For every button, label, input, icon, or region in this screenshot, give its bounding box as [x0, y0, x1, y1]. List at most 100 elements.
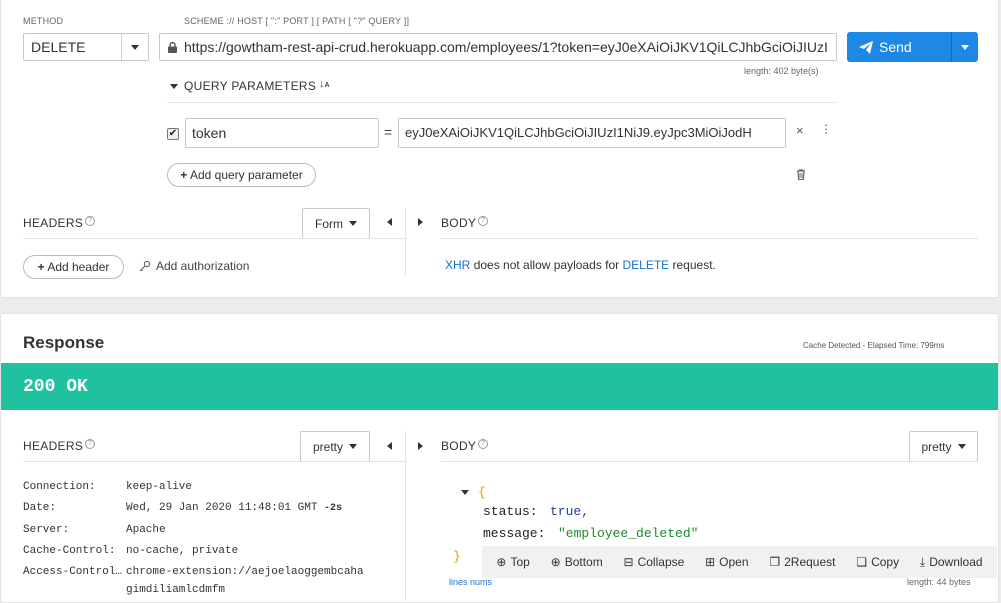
bottom-button[interactable]: ⊕ Bottom — [551, 555, 603, 569]
top-button[interactable]: ⊕ Top — [496, 555, 529, 569]
divider — [167, 102, 837, 103]
header-value-text: Wed, 29 Jan 2020 11:48:01 GMT — [126, 502, 318, 514]
body-length: length: 44 bytes — [907, 577, 971, 587]
param-value-input[interactable]: eyJ0eXAiOiJKV1QiLCJhbGciOiJIUzI1NiJ9.eyJ… — [398, 118, 786, 148]
resp-body-title: BODY? — [441, 439, 489, 453]
header-key: Connection: — [23, 481, 96, 493]
status-text: 200 OK — [23, 377, 88, 397]
param-value-text: eyJ0eXAiOiJKV1QiLCJhbGciOiJIUzI1NiJ9.eyJ… — [405, 125, 752, 140]
headers-title: HEADERS? — [23, 216, 96, 230]
open-button[interactable]: ⊞ Open — [705, 555, 748, 569]
add-query-param-button[interactable]: + Add query parameter — [167, 163, 316, 187]
add-authorization-link[interactable]: Add authorization — [139, 259, 249, 273]
collapse-button[interactable]: ⊟ Collapse — [624, 555, 685, 569]
json-close-brace: } — [453, 549, 461, 564]
download-label: Download — [929, 555, 983, 569]
resp-body-format-value: pretty — [921, 439, 952, 454]
equals-sign: = — [384, 124, 393, 140]
add-auth-label: Add authorization — [156, 259, 250, 273]
send-icon — [859, 40, 873, 54]
body-msg-mid: does not allow payloads for — [473, 258, 620, 272]
help-icon[interactable]: ? — [85, 216, 96, 226]
body-message: XHR does not allow payloads for DELETE r… — [445, 258, 716, 272]
send-button[interactable]: Send — [847, 32, 951, 62]
header-key: Access-Control… — [23, 566, 123, 578]
resp-headers-title: HEADERS? — [23, 439, 96, 453]
headers-format-value: Form — [315, 216, 343, 231]
method-select[interactable]: DELETE — [23, 33, 149, 61]
headers-title-text: HEADERS — [23, 216, 84, 230]
download-button[interactable]: ⤓ Download — [920, 555, 983, 570]
header-value: keep-alive — [126, 481, 193, 493]
plus-square-icon: ⊞ — [705, 555, 716, 569]
add-param-label: Add query parameter — [189, 168, 303, 182]
collapse-json-icon[interactable] — [461, 490, 469, 495]
header-extra: -2s — [324, 503, 343, 514]
open-label: Open — [719, 555, 749, 569]
method-value: DELETE — [31, 39, 86, 55]
clipboard-icon: ❐ — [769, 555, 781, 569]
to-request-button[interactable]: ❐ 2Request — [769, 555, 835, 569]
sort-icon[interactable]: ↓A — [319, 78, 330, 90]
plus-icon: + — [37, 260, 45, 274]
more-icon[interactable]: · · · — [824, 118, 828, 139]
copy-icon: ❏ — [856, 555, 868, 569]
collapse-label: Collapse — [637, 555, 685, 569]
remove-param-icon[interactable]: × — [796, 123, 804, 138]
collapse-icon — [170, 84, 178, 89]
trash-icon[interactable] — [796, 169, 806, 180]
bottom-label: Bottom — [564, 555, 603, 569]
xhr-link[interactable]: XHR — [445, 258, 470, 272]
response-title: Response — [23, 333, 105, 352]
method-label: METHOD — [23, 16, 64, 26]
help-icon[interactable]: ? — [478, 216, 489, 226]
add-header-button[interactable]: + Add header — [23, 255, 124, 279]
method-link[interactable]: DELETE — [622, 258, 669, 272]
help-icon[interactable]: ? — [85, 439, 96, 449]
resp-headers-title-text: HEADERS — [23, 439, 84, 453]
resp-headers-format-select[interactable]: pretty — [300, 431, 370, 462]
param-name-input[interactable]: token — [185, 118, 379, 148]
send-button-group: Send — [847, 32, 978, 62]
minus-square-icon: ⊟ — [623, 555, 634, 569]
collapse-right-icon[interactable] — [418, 218, 423, 226]
plus-icon: + — [180, 168, 188, 182]
help-icon[interactable]: ? — [478, 439, 489, 449]
divider — [23, 238, 407, 239]
header-value: chrome-extension://aejoelaoggembcaha — [126, 566, 364, 578]
chevron-down-icon — [961, 44, 969, 50]
divider — [23, 461, 407, 462]
json-value: "employee_deleted" — [558, 526, 699, 541]
header-key: Cache-Control: — [23, 545, 116, 557]
arrow-up-circle-icon: ⊕ — [496, 555, 507, 569]
header-value: Wed, 29 Jan 2020 11:48:01 GMT -2s — [126, 502, 342, 514]
copy-button[interactable]: ❏ Copy — [856, 555, 899, 569]
collapse-left-icon[interactable] — [387, 218, 392, 226]
chevron-down-icon — [131, 45, 139, 50]
request-panel: METHOD DELETE SCHEME :// HOST [ ":" PORT… — [0, 0, 999, 298]
collapse-right-icon[interactable] — [418, 442, 423, 450]
pane-divider — [405, 208, 406, 276]
json-key: message: — [483, 526, 546, 541]
collapse-left-icon[interactable] — [387, 442, 392, 450]
divider — [441, 238, 978, 239]
chevron-down-icon — [349, 444, 357, 449]
response-panel: Response Cache Detected - Elapsed Time: … — [0, 313, 999, 603]
add-header-label: Add header — [47, 260, 110, 274]
lines-nums-link[interactable]: lines nums — [449, 577, 492, 587]
pane-divider — [405, 431, 406, 601]
body-title-text: BODY — [441, 216, 477, 230]
url-label: SCHEME :// HOST [ ":" PORT ] [ PATH [ "?… — [184, 16, 410, 26]
body-msg-end: request. — [672, 258, 716, 272]
send-options-button[interactable] — [952, 32, 978, 62]
lock-icon — [168, 42, 177, 53]
header-key: Date: — [23, 502, 57, 514]
url-input[interactable]: https://gowtham-rest-api-crud.herokuapp.… — [159, 33, 837, 61]
top-label: Top — [510, 555, 530, 569]
headers-format-select[interactable]: Form — [302, 208, 370, 239]
resp-body-format-select[interactable]: pretty — [909, 431, 978, 462]
header-value: gimdiliamlcdmfm — [126, 584, 226, 596]
divider — [441, 461, 978, 462]
request-length: length: 402 byte(s) — [744, 66, 819, 76]
param-checkbox[interactable]: ✔ — [167, 128, 179, 140]
